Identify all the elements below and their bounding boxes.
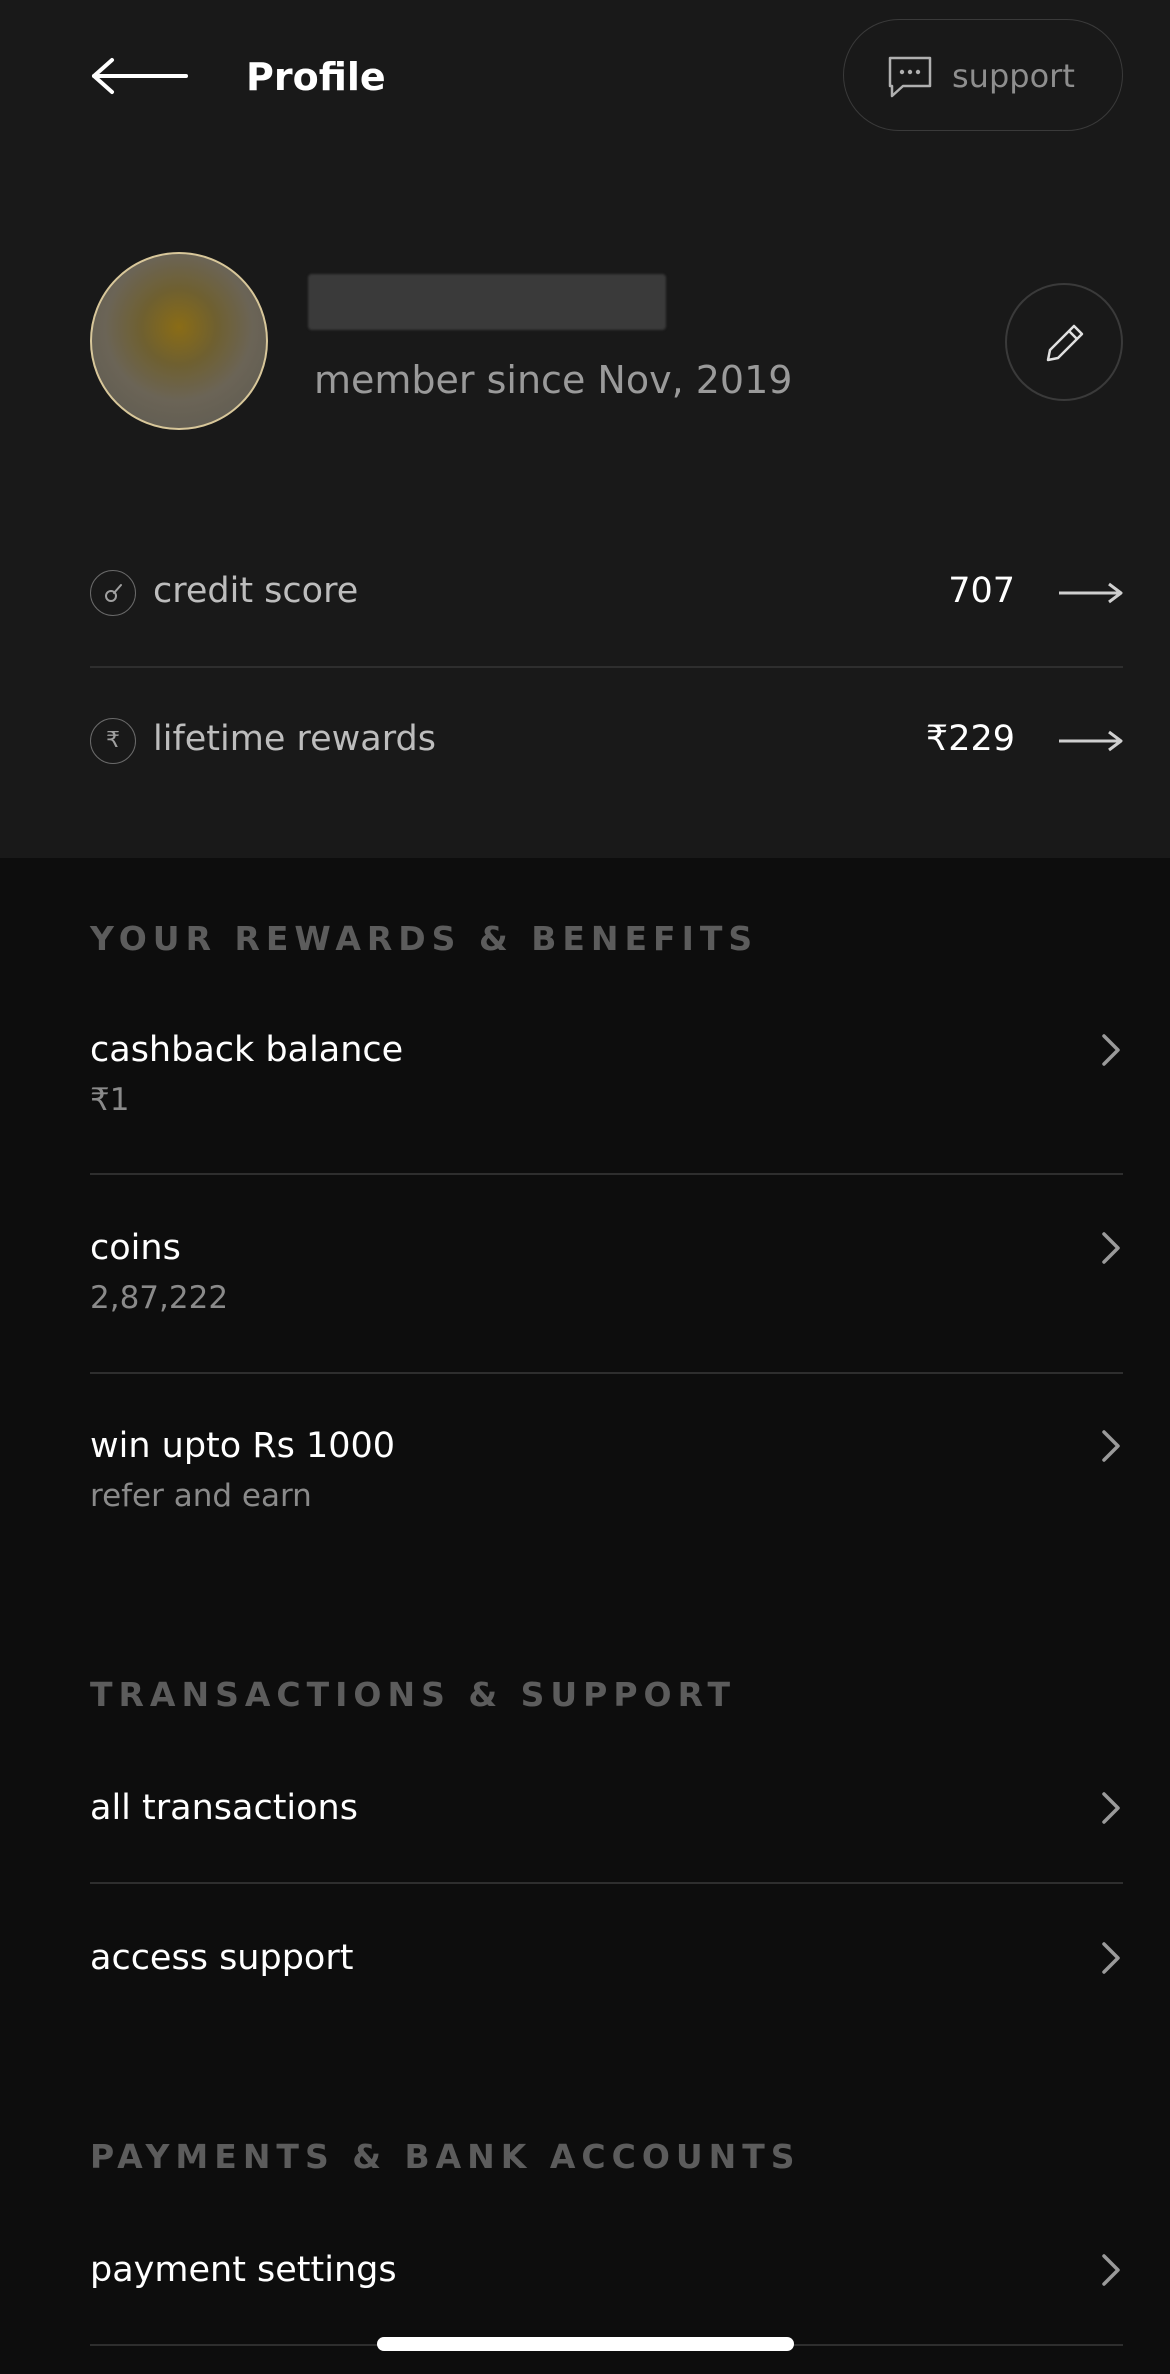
chevron-right-icon [1102, 2254, 1120, 2286]
chevron-right-icon [1102, 1034, 1120, 1066]
item-label: cashback balance [90, 1030, 404, 1070]
support-button[interactable]: support [843, 19, 1123, 131]
item-subtitle: refer and earn [90, 1478, 312, 1514]
credit-score-value: 707 [948, 571, 1015, 611]
item-label: payment settings [90, 2250, 397, 2290]
lifetime-rewards-value: ₹229 [925, 719, 1015, 759]
back-arrow-icon [92, 58, 188, 94]
access-support-item[interactable]: access support [0, 1913, 1170, 2003]
section-title-rewards: YOUR REWARDS & BENEFITS [90, 919, 759, 958]
edit-profile-button[interactable] [1005, 283, 1123, 401]
support-label: support [952, 57, 1075, 95]
rupee-icon: ₹ [90, 718, 136, 764]
chevron-right-icon [1102, 1232, 1120, 1264]
long-arrow-right-icon [1059, 730, 1123, 752]
item-label: coins [90, 1228, 181, 1268]
long-arrow-right-icon [1059, 582, 1123, 604]
chat-bubble-icon [888, 56, 932, 98]
item-subtitle: 2,87,222 [90, 1280, 229, 1316]
lifetime-rewards-row[interactable]: ₹ lifetime rewards ₹229 [90, 686, 1123, 796]
refer-earn-item[interactable]: win upto Rs 1000 refer and earn [0, 1406, 1170, 1556]
member-since-text: member since Nov, 2019 [314, 358, 793, 402]
lifetime-rewards-label: lifetime rewards [153, 719, 436, 759]
divider [90, 1882, 1123, 1884]
user-name-redacted [308, 274, 666, 330]
item-label: win upto Rs 1000 [90, 1426, 396, 1466]
section-title-payments: PAYMENTS & BANK ACCOUNTS [90, 2137, 801, 2176]
back-button[interactable] [88, 52, 188, 102]
divider [90, 1372, 1123, 1374]
all-transactions-item[interactable]: all transactions [0, 1763, 1170, 1853]
home-indicator[interactable] [377, 2337, 794, 2351]
chevron-right-icon [1102, 1430, 1120, 1462]
chevron-right-icon [1102, 1942, 1120, 1974]
pencil-icon [1046, 324, 1084, 362]
divider [90, 666, 1123, 668]
avatar[interactable] [90, 252, 268, 430]
coins-item[interactable]: coins 2,87,222 [0, 1208, 1170, 1358]
item-label: all transactions [90, 1788, 358, 1828]
divider [90, 1173, 1123, 1175]
profile-header-panel: Profile support member since Nov, 2019 c… [0, 0, 1170, 858]
item-label: access support [90, 1938, 354, 1978]
cashback-balance-item[interactable]: cashback balance ₹1 [0, 1010, 1170, 1160]
payment-settings-item[interactable]: payment settings [0, 2225, 1170, 2315]
item-subtitle: ₹1 [90, 1082, 130, 1118]
chevron-right-icon [1102, 1792, 1120, 1824]
page-title: Profile [246, 55, 386, 99]
gauge-icon [90, 570, 136, 616]
credit-score-row[interactable]: credit score 707 [90, 538, 1123, 648]
credit-score-label: credit score [153, 571, 359, 611]
section-title-transactions: TRANSACTIONS & SUPPORT [90, 1675, 737, 1714]
